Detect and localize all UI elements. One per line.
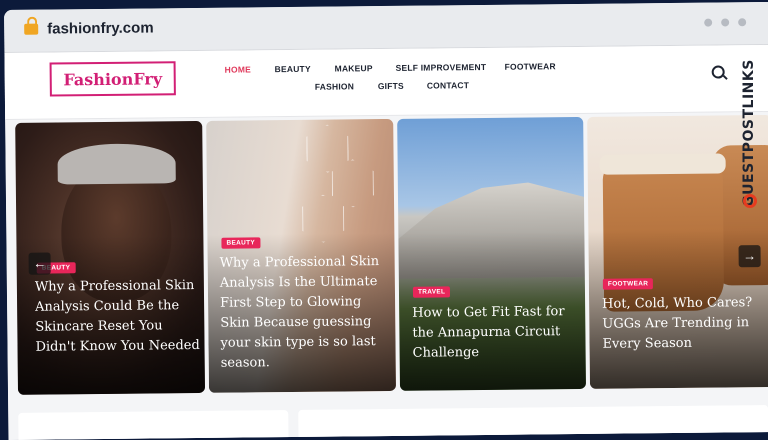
- content-below: [8, 405, 768, 440]
- site-header: FashionFry HOME BEAUTY MAKEUP SELF IMPRO…: [4, 44, 768, 120]
- nav-home[interactable]: HOME: [225, 64, 251, 74]
- watermark-text: GUESTPOSTLINKS: [741, 59, 757, 207]
- website: FashionFry HOME BEAUTY MAKEUP SELF IMPRO…: [4, 44, 768, 440]
- nav-gifts[interactable]: GIFTS: [378, 81, 404, 91]
- nav-footwear[interactable]: FOOTWEAR: [505, 61, 556, 72]
- url-text[interactable]: fashionfry.com: [47, 19, 154, 37]
- nav-fashion[interactable]: FASHION: [315, 81, 354, 91]
- slide-card[interactable]: TRAVEL How to Get Fit Fast for the Annap…: [397, 116, 586, 391]
- category-badge[interactable]: BEAUTY: [221, 237, 261, 249]
- slider-next-arrow-icon[interactable]: →: [738, 245, 761, 268]
- content-block: [298, 405, 768, 440]
- slide-card[interactable]: BEAUTY Why a Professional Skin Analysis …: [206, 118, 397, 393]
- slide-image-detail: [599, 153, 726, 175]
- site-logo[interactable]: FashionFry: [49, 61, 176, 97]
- content-block: [18, 410, 289, 440]
- nav-makeup[interactable]: MAKEUP: [335, 63, 373, 73]
- slide-title[interactable]: Hot, Cold, Who Cares? UGGs Are Trending …: [602, 293, 768, 355]
- slide-image-detail: [57, 143, 176, 185]
- category-badge[interactable]: TRAVEL: [412, 286, 451, 298]
- browser-window: fashionfry.com FashionFry HOME BEAUTY MA…: [4, 1, 768, 440]
- nav-beauty[interactable]: BEAUTY: [275, 64, 311, 74]
- featured-slider: BEAUTY Why a Professional Skin Analysis …: [5, 114, 768, 403]
- slide-title[interactable]: Why a Professional Skin Analysis Is the …: [220, 252, 389, 374]
- window-dot-icon[interactable]: [738, 18, 747, 27]
- slide-title[interactable]: How to Get Fit Fast for the Annapurna Ci…: [412, 302, 578, 364]
- watermark-logo-icon: [743, 194, 757, 208]
- category-badge[interactable]: FOOTWEAR: [602, 278, 654, 290]
- nav-contact[interactable]: CONTACT: [427, 80, 469, 90]
- lock-icon: [24, 23, 39, 35]
- slide-title[interactable]: Why a Professional Skin Analysis Could B…: [35, 276, 201, 358]
- slider-prev-arrow-icon[interactable]: ←: [28, 252, 51, 275]
- nav-self-improvement[interactable]: SELF IMPROVEMENT: [396, 62, 487, 73]
- window-dot-icon[interactable]: [721, 18, 730, 27]
- window-dot-icon[interactable]: [704, 18, 713, 27]
- window-controls: [704, 18, 747, 27]
- main-nav: HOME BEAUTY MAKEUP SELF IMPROVEMENT FOOT…: [215, 61, 575, 92]
- search-icon[interactable]: [711, 65, 725, 79]
